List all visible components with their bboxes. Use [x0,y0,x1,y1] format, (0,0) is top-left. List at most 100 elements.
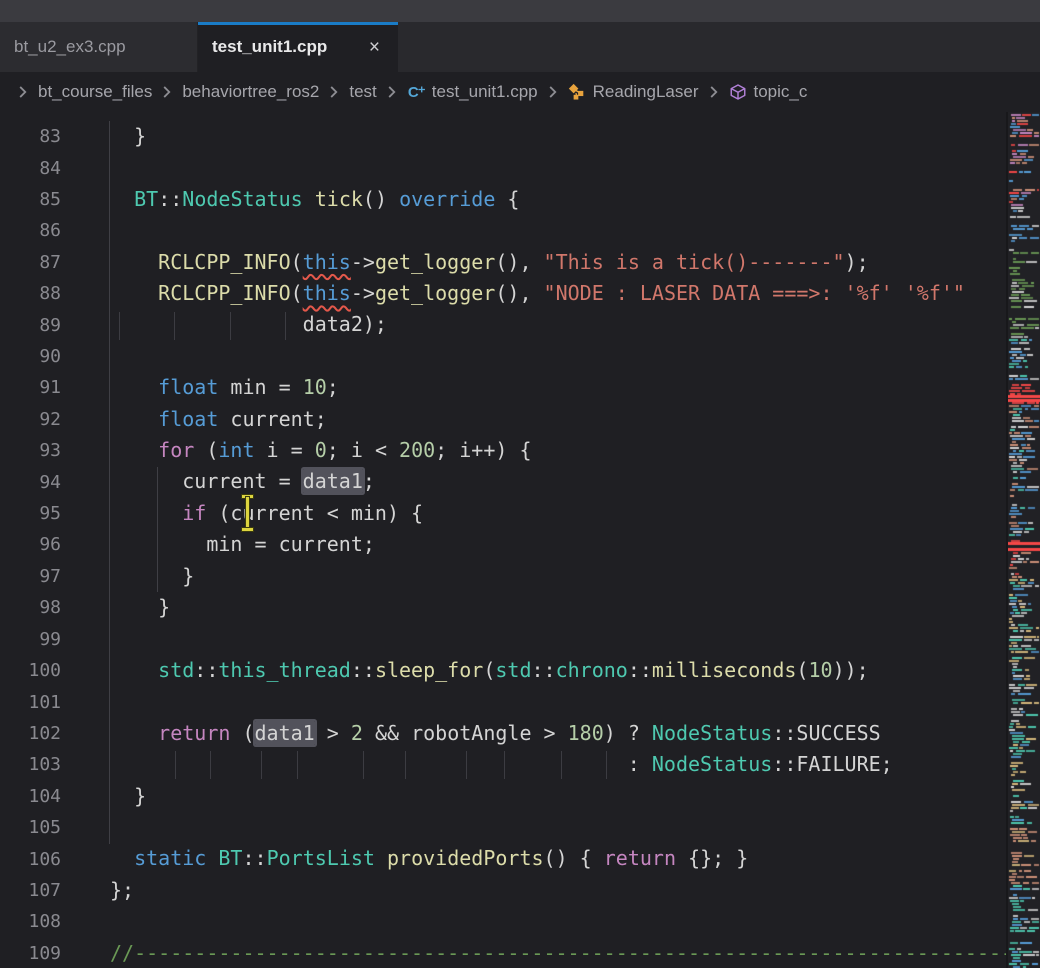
code-line-107[interactable]: 107}; [0,875,1006,906]
code-line-103[interactable]: 103 : NodeStatus::FAILURE; [0,749,1006,780]
token [303,187,315,211]
line-number: 99 [0,629,75,650]
code-line-105[interactable]: 105 [0,812,1006,843]
token: 10 [303,375,327,399]
token: PortsList [267,846,375,870]
chevron-right-icon [325,83,343,101]
code-text: }; [75,875,1006,906]
minimap[interactable] [1006,112,1040,968]
indent-guide [210,751,211,779]
token: :: [194,658,218,682]
token [110,846,134,870]
code-line-99[interactable]: 99 [0,624,1006,655]
code-line-85[interactable]: 85 BT::NodeStatus tick() override { [0,184,1006,215]
line-number: 92 [0,409,75,430]
token: ( [230,721,254,745]
code-text: if (current < min) { [75,498,1006,529]
token [110,407,158,431]
code-line-100[interactable]: 100 std::this_thread::sleep_for(std::chr… [0,655,1006,686]
token: ( [796,658,808,682]
token [110,438,158,462]
indent-guide [119,312,120,340]
indent-guide [174,312,175,340]
token: FAILURE; [796,752,892,776]
code-text: min = current; [75,529,1006,560]
indent-guide [261,751,262,779]
breadcrumb-label: test [349,82,376,102]
mouse-ibeam-cursor [241,495,254,531]
code-line-95[interactable]: 95 if (current < min) { [0,498,1006,529]
tab-bt_u2_ex3.cpp[interactable]: bt_u2_ex3.cpp [0,22,198,72]
code-line-109[interactable]: 109//-----------------------------------… [0,938,1006,968]
token: :: [351,658,375,682]
code-line-93[interactable]: 93 for (int i = 0; i < 200; i++) { [0,435,1006,466]
token: int [218,438,254,462]
indent-guide [285,312,286,340]
line-number: 105 [0,817,75,838]
code-line-88[interactable]: 88 RCLCPP_INFO(this->get_logger(), "NODE… [0,278,1006,309]
code-line-89[interactable]: 89 data2); [0,309,1006,340]
breadcrumb-item-test[interactable]: test [347,82,378,102]
code-line-84[interactable]: 84 [0,152,1006,183]
breadcrumb-item-behaviortree_ros2[interactable]: behaviortree_ros2 [180,82,321,102]
code-line-83[interactable]: 83 } [0,121,1006,152]
code-line-102[interactable]: 102 return (data1 > 2 && robotAngle > 18… [0,718,1006,749]
chevron-right-icon [544,83,562,101]
indent-guide [561,751,562,779]
code-line-104[interactable]: 104 } [0,781,1006,812]
token: ); [845,250,869,274]
breadcrumb-item-test_unit1.cpp[interactable]: C⁺test_unit1.cpp [405,82,540,102]
token: current = [110,469,303,493]
token [110,312,303,336]
line-number: 97 [0,566,75,587]
token: :: [158,187,182,211]
line-number: 89 [0,315,75,336]
indent-guide [405,751,406,779]
token: 2 [351,721,363,745]
token: -> [351,281,375,305]
vscode-window: bt_u2_ex3.cpp test_unit1.cpp× bt_course_f… [0,0,1040,968]
token: sleep_for [375,658,483,682]
breadcrumb-label: topic_c [754,82,808,102]
token: (), [495,250,543,274]
token: BT [134,187,158,211]
token: "This is a tick()-------" [544,250,845,274]
tab-label: bt_u2_ex3.cpp [14,37,126,57]
token: :: [772,752,796,776]
token: static [134,846,206,870]
code-line-90[interactable]: 90 [0,341,1006,372]
breadcrumb-label: behaviortree_ros2 [182,82,319,102]
line-number: 87 [0,252,75,273]
code-text: float min = 10; [75,372,1006,403]
breadcrumb-item-ReadingLaser[interactable]: ReadingLaser [566,82,701,102]
token [110,752,628,776]
breadcrumb-item-topic_c[interactable]: topic_c [727,82,810,102]
token [110,721,158,745]
token: get_logger [375,250,495,274]
code-editor[interactable]: 83 }8485 BT::NodeStatus tick() override … [0,112,1040,968]
line-number: 101 [0,692,75,713]
code-area[interactable]: 83 }8485 BT::NodeStatus tick() override … [0,112,1006,968]
close-icon[interactable]: × [365,36,384,59]
tab-test_unit1.cpp[interactable]: test_unit1.cpp× [198,22,398,72]
token [110,658,158,682]
code-line-91[interactable]: 91 float min = 10; [0,372,1006,403]
code-line-87[interactable]: 87 RCLCPP_INFO(this->get_logger(), "This… [0,247,1006,278]
code-line-86[interactable]: 86 [0,215,1006,246]
code-line-98[interactable]: 98 } [0,592,1006,623]
code-line-101[interactable]: 101 [0,686,1006,717]
token: return [604,846,676,870]
code-line-97[interactable]: 97 } [0,561,1006,592]
code-line-92[interactable]: 92 float current; [0,404,1006,435]
occurrence-highlight: data1 [255,721,315,745]
code-line-106[interactable]: 106 static BT::PortsList providedPorts()… [0,843,1006,874]
indent-guide [175,751,176,779]
code-text: } [75,121,1006,152]
token: return [158,721,230,745]
breadcrumb-item-bt_course_files[interactable]: bt_course_files [36,82,154,102]
code-line-108[interactable]: 108 [0,906,1006,937]
indent-guide [606,751,607,779]
code-line-94[interactable]: 94 current = data1; [0,466,1006,497]
chevron-right-icon [705,83,723,101]
code-line-96[interactable]: 96 min = current; [0,529,1006,560]
